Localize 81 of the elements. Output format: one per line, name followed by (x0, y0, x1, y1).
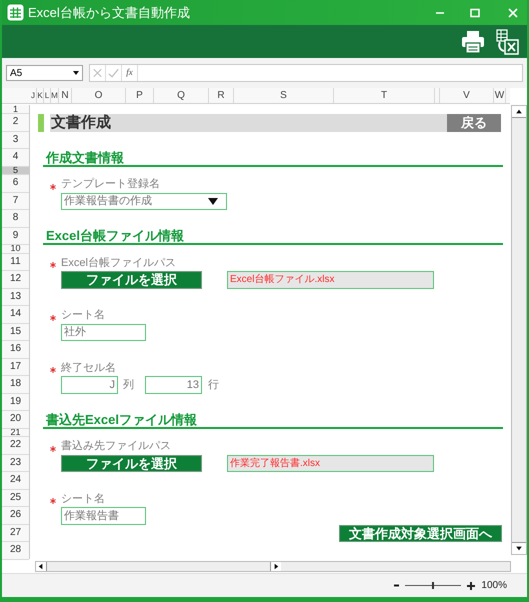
scroll-down-icon[interactable] (512, 542, 526, 554)
back-button[interactable]: 戻る (447, 114, 501, 132)
zoom-thumb[interactable] (432, 582, 434, 589)
row-header[interactable]: 25 (2, 490, 29, 507)
column-header[interactable]: J (31, 90, 35, 102)
row-header[interactable]: 9 (2, 228, 29, 245)
section-heading: 作成文書情報 (43, 149, 503, 166)
row-header[interactable]: 3 (2, 132, 29, 149)
row-header[interactable]: 24 (2, 472, 29, 490)
field-label: テンプレート登録名 (61, 176, 160, 192)
column-header[interactable]: M (51, 90, 58, 102)
column-header[interactable]: S (280, 88, 287, 103)
section-heading: 書込先Excelファイル情報 (43, 411, 503, 428)
close-icon[interactable] (508, 8, 518, 18)
row-unit-label: 行 (208, 378, 219, 392)
column-header[interactable]: W (494, 88, 504, 103)
field-label: シート名 (61, 492, 105, 506)
column-header[interactable]: O (94, 88, 102, 103)
row-header[interactable]: 16 (2, 341, 29, 358)
sheet-name-field[interactable]: 作業報告書 (61, 507, 146, 524)
row-header[interactable]: 10 (2, 245, 29, 254)
column-unit-label: 列 (123, 378, 134, 392)
next-screen-button[interactable]: 文書作成対象選択画面へ (339, 524, 502, 542)
row-header[interactable]: 6 (2, 175, 29, 192)
section-heading: Excel台帳ファイル情報 (43, 228, 503, 245)
row-header[interactable]: 19 (2, 394, 29, 411)
row-header[interactable]: 11 (2, 254, 29, 271)
field-label: Excel台帳ファイルパス (61, 256, 176, 270)
zoom-out-icon[interactable] (394, 584, 400, 587)
accent-bar (38, 114, 44, 132)
zoom-level: 100% (481, 579, 507, 593)
sheet-name-field[interactable]: 社外 (61, 324, 146, 341)
zoom-in-icon[interactable] (467, 582, 476, 590)
row-header[interactable]: 12 (2, 271, 29, 288)
column-header[interactable]: L (44, 90, 50, 102)
template-dropdown[interactable]: 作業報告書の作成 (61, 192, 227, 210)
zoom-slider[interactable] (405, 582, 462, 589)
row-header[interactable]: 18 (2, 376, 29, 394)
column-field[interactable]: J (61, 376, 118, 394)
row-header[interactable]: 7 (2, 192, 29, 210)
row-header[interactable]: 21 (2, 428, 29, 437)
spreadsheet-icon (7, 4, 24, 21)
printer-icon[interactable] (461, 30, 485, 54)
dropdown-caret-icon (208, 198, 218, 205)
row-header[interactable]: 13 (2, 288, 29, 306)
column-header[interactable]: Q (177, 88, 185, 103)
column-header[interactable]: R (217, 88, 225, 103)
field-label: 書込み先ファイルパス (61, 439, 171, 454)
row-header[interactable]: 14 (2, 306, 29, 324)
column-header[interactable]: T (380, 88, 388, 103)
vertical-scrollbar[interactable] (511, 105, 527, 555)
row-header[interactable]: 28 (2, 542, 29, 560)
row-header[interactable]: 22 (2, 437, 29, 454)
field-label: 終了セル名 (61, 360, 116, 376)
window-title: Excel台帳から文書自動作成 (28, 4, 190, 22)
column-header[interactable]: P (136, 88, 143, 103)
row-header[interactable]: 15 (2, 324, 29, 341)
file-select-button[interactable]: ファイルを選択 (61, 454, 202, 472)
file-select-button[interactable]: ファイルを選択 (61, 271, 202, 288)
spreadsheet-file-icon[interactable] (496, 28, 520, 54)
horizontal-scrollbar[interactable] (35, 560, 511, 572)
scroll-left-icon[interactable] (36, 562, 47, 570)
row-field[interactable]: 13 (145, 376, 202, 394)
scroll-right-icon[interactable] (270, 562, 281, 570)
page-title: 文書作成 (50, 112, 111, 132)
field-label: シート名 (61, 308, 105, 323)
row-header[interactable]: 1 (2, 105, 29, 114)
scroll-up-icon[interactable] (512, 106, 526, 118)
maximize-icon[interactable] (470, 8, 480, 18)
row-header[interactable]: 8 (2, 210, 29, 228)
row-header[interactable]: 27 (2, 524, 29, 542)
row-header[interactable]: 2 (2, 114, 29, 132)
row-header[interactable]: 20 (2, 411, 29, 428)
row-header[interactable]: 23 (2, 454, 29, 472)
row-header[interactable]: 26 (2, 507, 29, 524)
row-header[interactable]: 17 (2, 358, 29, 376)
column-header[interactable]: K (37, 90, 43, 102)
column-header[interactable]: V (463, 88, 470, 103)
caret-icon (73, 71, 79, 75)
column-header[interactable]: N (61, 88, 69, 103)
name-box[interactable]: A5 (6, 65, 83, 81)
